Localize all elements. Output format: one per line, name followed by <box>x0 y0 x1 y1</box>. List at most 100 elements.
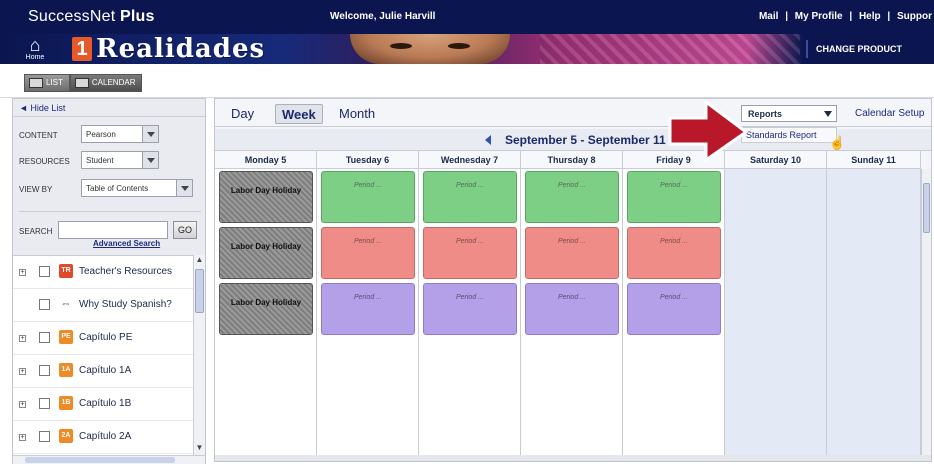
tree-item-label: Why Study Spanish? <box>79 299 172 310</box>
tree-checkbox[interactable] <box>39 299 50 310</box>
period-event[interactable]: Period ... <box>627 171 721 223</box>
period-event[interactable]: Period ... <box>321 171 415 223</box>
banner-pattern <box>540 34 800 64</box>
view-toggle-bar: LIST CALENDAR <box>0 64 934 98</box>
app-window: SuccessNet Plus Welcome, Julie Harvill M… <box>0 0 934 466</box>
product-logo: Realidades <box>96 34 266 64</box>
expand-icon[interactable]: + <box>19 434 26 441</box>
period-event[interactable]: Period ... <box>525 283 619 335</box>
calendar-tabs: Day Week Month Reports Calendar Setup <box>215 99 931 127</box>
period-event[interactable]: Period ... <box>321 227 415 279</box>
link-separator: | <box>887 11 891 22</box>
scroll-thumb[interactable] <box>923 183 930 233</box>
standards-report-option[interactable]: Standards Report <box>741 127 837 143</box>
tab-day[interactable]: Day <box>225 104 260 124</box>
scroll-thumb[interactable] <box>195 269 204 313</box>
link-separator: | <box>849 11 853 22</box>
calendar-view-button[interactable]: CALENDAR <box>69 74 143 92</box>
select-value: Student <box>86 156 114 165</box>
logo-level-badge: 1 <box>72 37 92 61</box>
expand-icon[interactable]: + <box>19 335 26 342</box>
list-view-button[interactable]: LIST <box>24 74 70 92</box>
period-event[interactable]: Period ... <box>525 171 619 223</box>
tree-horizontal-scrollbar[interactable] <box>13 455 205 464</box>
home-label: Home <box>25 54 45 61</box>
period-event[interactable]: Period ... <box>627 227 721 279</box>
chevron-down-icon <box>824 111 832 117</box>
period-event[interactable]: Period ... <box>321 283 415 335</box>
calendar-view-label: CALENDAR <box>91 78 136 87</box>
top-bar: SuccessNet Plus Welcome, Julie Harvill M… <box>0 0 934 34</box>
holiday-event[interactable]: Labor Day Holiday <box>219 227 313 279</box>
home-button[interactable]: ⌂ Home <box>20 36 50 63</box>
banner-photo <box>350 34 510 64</box>
content-select[interactable]: Pearson <box>81 125 159 143</box>
tree-item-capitulo-1a[interactable]: + 1A Capítulo 1A <box>13 355 193 388</box>
banner-photo-detail <box>448 43 470 49</box>
go-button[interactable]: GO <box>173 221 197 239</box>
expand-icon[interactable]: + <box>19 269 26 276</box>
date-range-label: September 5 - September 11 <box>505 133 666 147</box>
chevron-down-icon <box>142 126 158 142</box>
scroll-down-icon[interactable]: ▼ <box>195 443 204 453</box>
tree-checkbox[interactable] <box>39 398 50 409</box>
mail-link[interactable]: Mail <box>759 11 778 22</box>
chapter-icon: PE <box>59 330 73 344</box>
search-input[interactable] <box>58 221 168 239</box>
brand-prefix: SuccessNet <box>28 8 116 25</box>
scroll-up-icon[interactable]: ▲ <box>195 255 204 265</box>
scroll-thumb[interactable] <box>25 457 175 463</box>
calendar-horizontal-scrollbar[interactable] <box>215 455 931 461</box>
tree-checkbox[interactable] <box>39 266 50 277</box>
expand-icon[interactable]: + <box>19 401 26 408</box>
tree-item-capitulo-2a[interactable]: + 2A Capítulo 2A <box>13 421 193 454</box>
day-column-monday: Monday 5 Labor Day Holiday Labor Day Hol… <box>215 151 317 455</box>
previous-week-icon[interactable] <box>485 135 491 145</box>
holiday-event[interactable]: Labor Day Holiday <box>219 283 313 335</box>
select-value: Pearson <box>86 130 116 139</box>
day-column-tuesday: Tuesday 6 Period ... Period ... Period .… <box>317 151 419 455</box>
teacher-resources-icon: TR <box>59 264 73 278</box>
link-icon: ⇔ <box>60 298 72 310</box>
chapter-icon: 1A <box>59 363 73 377</box>
period-event[interactable]: Period ... <box>423 227 517 279</box>
tree-item-capitulo-pe[interactable]: + PE Capítulo PE <box>13 322 193 355</box>
tree-item-teachers-resources[interactable]: + TR Teacher's Resources <box>13 256 193 289</box>
holiday-event[interactable]: Labor Day Holiday <box>219 171 313 223</box>
my-profile-link[interactable]: My Profile <box>795 11 843 22</box>
tree-checkbox[interactable] <box>39 332 50 343</box>
tree-checkbox[interactable] <box>39 365 50 376</box>
reports-dropdown[interactable]: Reports <box>741 105 837 122</box>
help-link[interactable]: Help <box>859 11 881 22</box>
tree-item-label: Teacher's Resources <box>79 266 173 277</box>
view-by-select[interactable]: Table of Contents <box>81 179 193 197</box>
calendar-setup-link[interactable]: Calendar Setup <box>855 108 925 119</box>
chapter-icon: 2A <box>59 429 73 443</box>
chapter-icon: 1B <box>59 396 73 410</box>
tree-checkbox[interactable] <box>39 431 50 442</box>
chevron-down-icon <box>142 152 158 168</box>
chevron-down-icon <box>176 180 192 196</box>
expand-icon[interactable]: + <box>19 368 26 375</box>
tree-item-label: Capítulo 2A <box>79 431 132 442</box>
tree-item-capitulo-1b[interactable]: + 1B Capítulo 1B <box>13 388 193 421</box>
period-event[interactable]: Period ... <box>627 283 721 335</box>
search-label: SEARCH <box>19 227 53 236</box>
tab-week[interactable]: Week <box>275 104 323 124</box>
period-event[interactable]: Period ... <box>525 227 619 279</box>
period-event[interactable]: Period ... <box>423 171 517 223</box>
hide-list-link[interactable]: ◄ Hide List <box>13 99 205 117</box>
advanced-search-link[interactable]: Advanced Search <box>93 239 160 248</box>
tree-scrollbar[interactable]: ▲ ▼ <box>193 255 205 455</box>
tree-item-why-study-spanish[interactable]: ⇔ Why Study Spanish? <box>13 289 193 322</box>
filter-label: CONTENT <box>19 131 58 140</box>
annotation-arrow-icon <box>668 99 748 163</box>
resources-select[interactable]: Student <box>81 151 159 169</box>
week-grid: Monday 5 Labor Day Holiday Labor Day Hol… <box>215 151 931 461</box>
day-column-sunday: Sunday 11 <box>827 151 921 455</box>
support-link[interactable]: Suppor <box>897 11 932 22</box>
change-product-button[interactable]: CHANGE PRODUCT <box>806 40 930 58</box>
calendar-scrollbar[interactable] <box>921 169 931 455</box>
tab-month[interactable]: Month <box>333 104 381 124</box>
period-event[interactable]: Period ... <box>423 283 517 335</box>
